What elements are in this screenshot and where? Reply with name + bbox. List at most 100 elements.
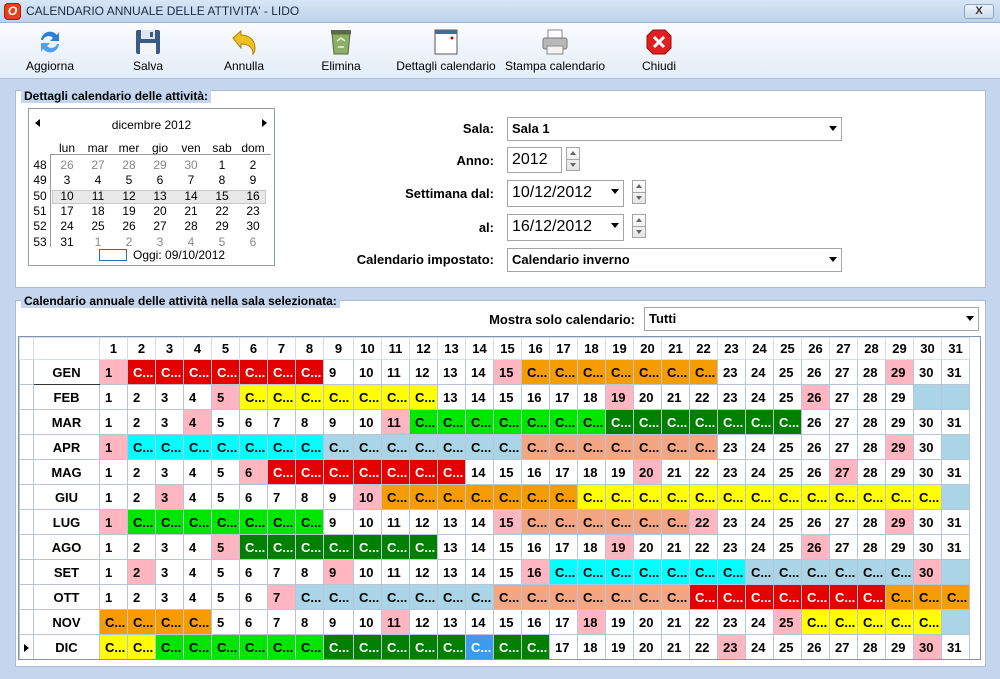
day-column-header[interactable]: 29	[885, 337, 914, 360]
day-cell[interactable]: 11	[381, 509, 410, 535]
calendar-day[interactable]: 30	[239, 219, 267, 233]
day-cell[interactable]: 30	[913, 409, 942, 435]
activity-cell[interactable]: C...	[409, 409, 438, 435]
day-cell[interactable]: 7	[267, 584, 296, 610]
activity-cell[interactable]: C...	[521, 359, 550, 385]
activity-cell[interactable]: C...	[295, 509, 324, 535]
day-column-header[interactable]: 23	[717, 337, 746, 360]
day-cell[interactable]: 23	[717, 509, 746, 535]
day-cell[interactable]: 20	[633, 609, 662, 635]
day-cell[interactable]: 17	[549, 634, 578, 659]
activity-cell[interactable]: C...	[493, 584, 522, 610]
spin-up-icon[interactable]	[636, 218, 642, 222]
day-column-header[interactable]: 14	[465, 337, 494, 360]
activity-cell[interactable]: C...	[689, 484, 718, 510]
activity-cell[interactable]: C...	[941, 584, 970, 610]
calendar-day[interactable]: 26	[115, 219, 143, 233]
day-cell[interactable]: 1	[99, 559, 128, 585]
activity-cell[interactable]: C...	[267, 359, 296, 385]
day-cell[interactable]: 16	[521, 559, 550, 585]
activity-cell[interactable]: C...	[211, 634, 240, 659]
activity-cell[interactable]: C...	[661, 584, 690, 610]
activity-cell[interactable]: C...	[381, 634, 410, 659]
day-cell[interactable]: 14	[465, 609, 494, 635]
day-column-header[interactable]: 20	[633, 337, 662, 360]
activity-cell[interactable]: C...	[717, 484, 746, 510]
activity-cell[interactable]: C...	[353, 584, 382, 610]
activity-cell[interactable]: C...	[211, 434, 240, 460]
day-cell[interactable]: 17	[549, 459, 578, 485]
day-column-header[interactable]: 10	[353, 337, 382, 360]
activity-cell[interactable]: C...	[689, 559, 718, 585]
activity-cell[interactable]: C...	[323, 459, 354, 485]
day-cell[interactable]: 7	[267, 409, 296, 435]
day-cell[interactable]: 30	[913, 509, 942, 535]
activity-cell[interactable]: C...	[267, 509, 296, 535]
day-cell[interactable]: 5	[211, 409, 240, 435]
day-cell[interactable]: 4	[183, 584, 212, 610]
day-cell[interactable]: 13	[437, 384, 466, 410]
day-cell[interactable]: 17	[549, 609, 578, 635]
day-cell[interactable]: 25	[773, 359, 802, 385]
day-cell[interactable]: 14	[465, 559, 494, 585]
day-cell[interactable]: 5	[211, 534, 240, 560]
activity-cell[interactable]: C...	[239, 384, 268, 410]
day-cell[interactable]: 1	[99, 584, 128, 610]
activity-cell[interactable]: C...	[605, 484, 634, 510]
day-cell[interactable]: 24	[745, 534, 774, 560]
activity-cell[interactable]: C...	[885, 484, 914, 510]
activity-cell[interactable]: C...	[323, 434, 354, 460]
day-cell[interactable]: 3	[155, 559, 184, 585]
day-cell[interactable]: 8	[295, 609, 324, 635]
close-button[interactable]: Chiudi	[629, 23, 689, 79]
day-column-header[interactable]: 25	[773, 337, 802, 360]
activity-cell[interactable]: C...	[183, 509, 212, 535]
day-cell[interactable]: 12	[409, 609, 438, 635]
day-cell[interactable]: 10	[353, 359, 382, 385]
activity-cell[interactable]: C...	[381, 584, 410, 610]
day-cell[interactable]: 23	[717, 434, 746, 460]
activity-cell[interactable]: C...	[323, 584, 354, 610]
day-cell[interactable]: 6	[239, 459, 268, 485]
calendar-day[interactable]: 5	[115, 173, 143, 187]
refresh-button[interactable]: Aggiorna	[20, 23, 80, 79]
activity-cell[interactable]: C...	[155, 609, 184, 635]
day-cell[interactable]: 4	[183, 534, 212, 560]
calendar-day[interactable]: 30	[177, 158, 205, 172]
row-selector[interactable]	[19, 409, 34, 435]
day-cell[interactable]: 26	[801, 384, 830, 410]
calendar-day[interactable]: 11	[84, 189, 112, 203]
activity-cell[interactable]: C...	[633, 509, 662, 535]
day-cell[interactable]: 19	[605, 459, 634, 485]
activity-cell[interactable]: C...	[493, 434, 522, 460]
day-cell[interactable]: 14	[465, 359, 494, 385]
day-cell[interactable]: 4	[183, 484, 212, 510]
activity-cell[interactable]: C...	[295, 359, 324, 385]
day-cell[interactable]: 1	[99, 384, 128, 410]
day-cell[interactable]: 24	[745, 384, 774, 410]
day-cell[interactable]: 17	[549, 534, 578, 560]
activity-cell[interactable]: C...	[409, 484, 438, 510]
day-cell[interactable]: 1	[99, 459, 128, 485]
day-column-header[interactable]: 26	[801, 337, 830, 360]
calendar-day[interactable]: 28	[115, 158, 143, 172]
day-column-header[interactable]: 11	[381, 337, 410, 360]
calendar-day[interactable]: 2	[115, 235, 143, 249]
window-close-button[interactable]: X	[964, 4, 994, 19]
day-cell[interactable]: 26	[801, 509, 830, 535]
activity-cell[interactable]: C...	[239, 434, 268, 460]
activity-cell[interactable]: C...	[437, 484, 466, 510]
activity-cell[interactable]: C...	[605, 559, 634, 585]
day-cell[interactable]: 10	[353, 559, 382, 585]
day-cell[interactable]: 18	[577, 534, 606, 560]
day-cell[interactable]: 25	[773, 609, 802, 635]
day-cell[interactable]: 23	[717, 634, 746, 659]
activity-cell[interactable]: C...	[409, 534, 438, 560]
day-column-header[interactable]: 16	[521, 337, 550, 360]
activity-cell[interactable]: C...	[99, 609, 128, 635]
al-spinner[interactable]	[632, 214, 646, 238]
empty-day-cell[interactable]	[941, 384, 970, 410]
day-cell[interactable]: 31	[941, 459, 970, 485]
activity-cell[interactable]: C...	[437, 434, 466, 460]
activity-cell[interactable]: C...	[381, 459, 410, 485]
